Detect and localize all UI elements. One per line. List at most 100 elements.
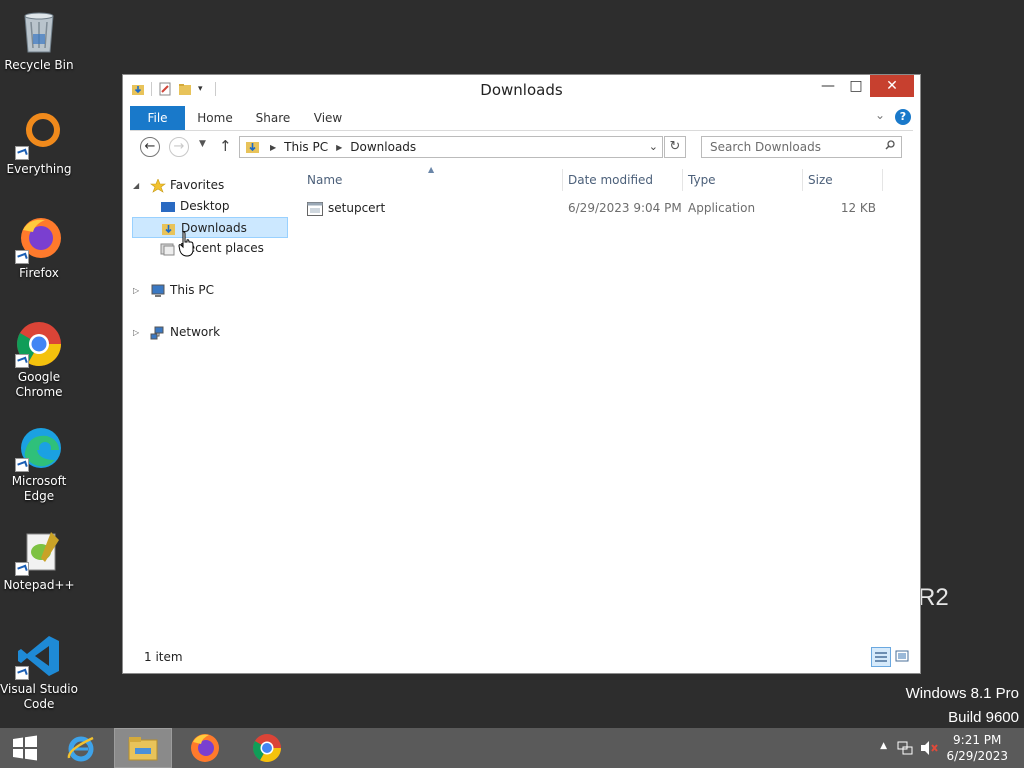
column-divider[interactable] bbox=[562, 169, 563, 191]
taskbar: ▲ 9:21 PM 6/29/2023 bbox=[0, 728, 1024, 768]
tree-item-label: Desktop bbox=[180, 199, 230, 213]
column-divider[interactable] bbox=[682, 169, 683, 191]
forward-button[interactable]: → bbox=[169, 137, 189, 157]
chrome-icon bbox=[253, 734, 281, 762]
column-divider[interactable] bbox=[882, 169, 883, 191]
tree-item-downloads[interactable]: Downloads bbox=[132, 217, 288, 238]
minimize-button[interactable]: — bbox=[814, 75, 842, 97]
shortcut-arrow-icon bbox=[15, 458, 29, 472]
tree-item-network[interactable]: ▷ Network bbox=[130, 322, 290, 343]
title-bar[interactable]: ▾ Downloads — □ ✕ bbox=[123, 75, 920, 105]
caption-buttons: — □ ✕ bbox=[814, 75, 914, 97]
breadcrumb-downloads[interactable]: Downloads bbox=[350, 140, 416, 154]
shortcut-arrow-icon bbox=[15, 562, 29, 576]
sort-ascending-icon: ▲ bbox=[428, 165, 435, 174]
large-icons-view-icon bbox=[895, 650, 909, 662]
file-type: Application bbox=[688, 201, 756, 215]
computer-icon bbox=[151, 284, 165, 297]
explorer-window[interactable]: ▾ Downloads — □ ✕ File Home Share View ⌄… bbox=[122, 74, 921, 674]
column-header-type[interactable]: Type bbox=[688, 173, 716, 187]
watermark-fragment: R2 bbox=[918, 584, 949, 611]
network-status-icon[interactable] bbox=[897, 740, 913, 756]
tree-item-label: Network bbox=[170, 325, 221, 339]
column-header-date-modified[interactable]: Date modified bbox=[568, 173, 653, 187]
desktop-icon-firefox[interactable]: Firefox bbox=[0, 216, 78, 281]
firefox-icon bbox=[191, 734, 219, 762]
recent-locations-chevron-icon[interactable]: ▼ bbox=[199, 139, 206, 149]
internet-explorer-icon bbox=[67, 736, 94, 762]
downloads-folder-icon bbox=[162, 223, 175, 235]
back-button[interactable]: ← bbox=[140, 137, 160, 157]
search-box[interactable]: Search Downloads bbox=[701, 136, 902, 158]
expand-arrow-icon[interactable]: ▷ bbox=[133, 280, 139, 301]
tab-view[interactable]: View bbox=[308, 106, 348, 130]
desktop-icon-recycle-bin[interactable]: Recycle Bin bbox=[0, 8, 78, 73]
desktop-icon-label: Google Chrome bbox=[15, 370, 63, 399]
breadcrumb-separator-icon[interactable]: ▶ bbox=[270, 143, 276, 152]
tab-file[interactable]: File bbox=[130, 106, 185, 130]
desktop-icon-edge[interactable]: Microsoft Edge bbox=[0, 424, 78, 504]
taskbar-chrome[interactable] bbox=[238, 728, 296, 768]
file-list[interactable]: ▲ Name Date modified Type Size setupcert… bbox=[299, 165, 906, 645]
desktop-icon-chrome[interactable]: Google Chrome bbox=[0, 320, 78, 400]
up-button[interactable]: ↑ bbox=[219, 137, 232, 155]
collapse-arrow-icon[interactable]: ◢ bbox=[133, 175, 139, 196]
desktop-icon-label: Visual Studio Code bbox=[0, 682, 78, 711]
expand-arrow-icon[interactable]: ▷ bbox=[133, 322, 139, 343]
desktop-icon-label: Everything bbox=[6, 162, 72, 176]
taskbar-file-explorer[interactable] bbox=[114, 728, 172, 768]
details-view-icon bbox=[875, 652, 887, 662]
tree-item-favorites[interactable]: ◢ Favorites bbox=[130, 175, 290, 196]
chrome-icon bbox=[15, 320, 63, 368]
everything-icon bbox=[15, 112, 63, 160]
details-view-button[interactable] bbox=[871, 647, 891, 667]
breadcrumb: ▶ This PC ▶ Downloads bbox=[270, 140, 416, 154]
firefox-icon bbox=[15, 216, 63, 264]
hand-cursor-icon bbox=[178, 231, 194, 257]
breadcrumb-this-pc[interactable]: This PC bbox=[284, 140, 328, 154]
desktop-icon-vscode[interactable]: Visual Studio Code bbox=[0, 632, 78, 712]
address-dropdown-chevron-icon[interactable]: ⌄ bbox=[649, 140, 658, 153]
desktop-icon-notepadpp[interactable]: Notepad++ bbox=[0, 528, 78, 593]
taskbar-firefox[interactable] bbox=[176, 728, 234, 768]
tree-item-desktop[interactable]: Desktop bbox=[160, 196, 290, 217]
ribbon-tabs: File Home Share View ⌄ ? bbox=[130, 106, 913, 131]
navigation-pane: ◢ Favorites Desktop Downloads Recent pla… bbox=[130, 171, 290, 645]
file-size: 12 KB bbox=[840, 201, 876, 215]
clock-time: 9:21 PM bbox=[953, 733, 1002, 747]
star-icon bbox=[150, 178, 166, 193]
refresh-button[interactable]: ↻ bbox=[664, 136, 686, 158]
desktop-icon-everything[interactable]: Everything bbox=[0, 112, 78, 177]
column-header-name[interactable]: Name bbox=[307, 173, 342, 187]
address-bar[interactable]: ▶ This PC ▶ Downloads ⌄ bbox=[239, 136, 663, 158]
tree-item-this-pc[interactable]: ▷ This PC bbox=[130, 280, 290, 301]
recent-places-icon bbox=[160, 243, 175, 255]
tab-share[interactable]: Share bbox=[251, 106, 295, 130]
desktop-icon-label: Firefox bbox=[19, 266, 59, 280]
windows-logo-icon bbox=[13, 735, 37, 761]
tab-home[interactable]: Home bbox=[193, 106, 237, 130]
search-icon[interactable] bbox=[885, 140, 895, 150]
taskbar-internet-explorer[interactable] bbox=[52, 728, 110, 768]
expand-ribbon-chevron-icon[interactable]: ⌄ bbox=[875, 108, 885, 122]
help-icon[interactable]: ? bbox=[895, 109, 911, 125]
large-icons-view-button[interactable] bbox=[893, 647, 913, 667]
column-header-size[interactable]: Size bbox=[808, 173, 833, 187]
file-row[interactable]: setupcert 6/29/2023 9:04 PM Application … bbox=[299, 199, 906, 219]
search-input[interactable]: Search Downloads bbox=[710, 140, 821, 154]
start-button[interactable] bbox=[0, 728, 50, 768]
shortcut-arrow-icon bbox=[15, 354, 29, 368]
close-button[interactable]: ✕ bbox=[870, 75, 914, 97]
maximize-button[interactable]: □ bbox=[842, 75, 870, 97]
tree-item-label: Favorites bbox=[170, 178, 225, 192]
watermark-edition: Windows 8.1 Pro bbox=[905, 685, 1019, 702]
file-name[interactable]: setupcert bbox=[328, 201, 385, 215]
volume-muted-icon[interactable] bbox=[920, 740, 938, 756]
column-divider[interactable] bbox=[802, 169, 803, 191]
item-count: 1 item bbox=[144, 650, 183, 664]
desktop-icon bbox=[161, 201, 175, 212]
show-hidden-icons-icon[interactable]: ▲ bbox=[880, 741, 887, 751]
clock[interactable]: 9:21 PM 6/29/2023 bbox=[946, 732, 1008, 764]
breadcrumb-separator-icon[interactable]: ▶ bbox=[336, 143, 342, 152]
window-title: Downloads bbox=[480, 81, 563, 99]
